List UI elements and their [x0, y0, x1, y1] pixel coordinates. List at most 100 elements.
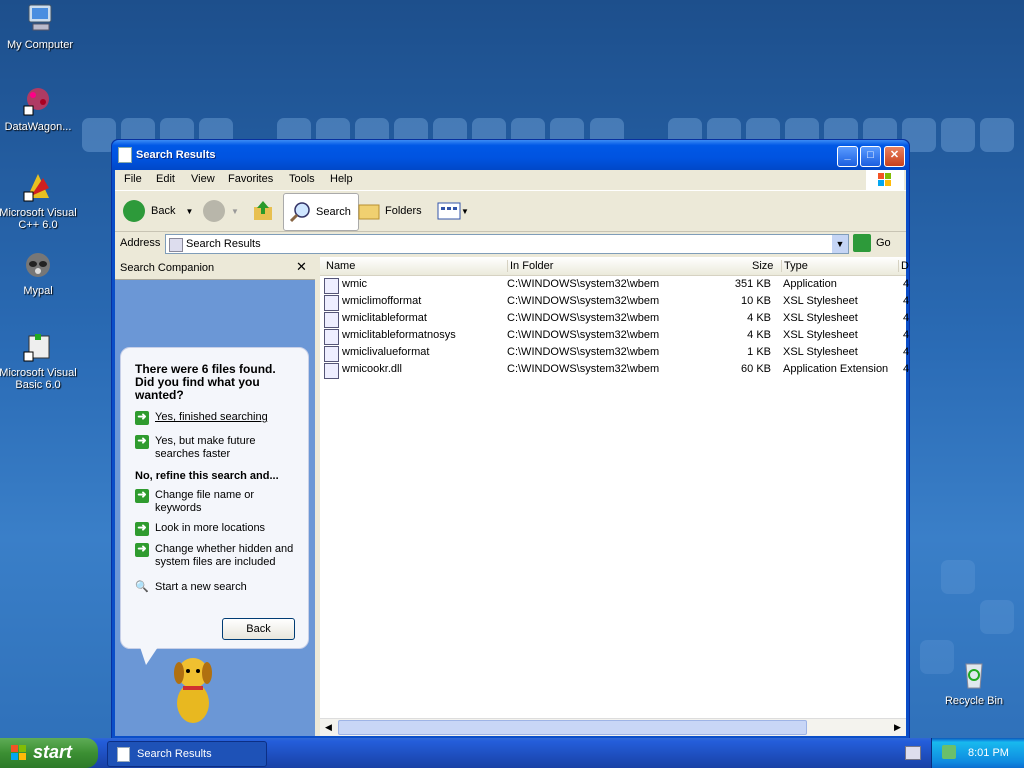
option-finished[interactable]: ➜ Yes, finished searching: [135, 411, 268, 425]
visual-basic-icon: [21, 330, 55, 364]
menu-bar: File Edit View Favorites Tools Help: [115, 170, 906, 191]
col-type[interactable]: Type: [781, 260, 808, 272]
views-button[interactable]: ▼: [437, 195, 469, 227]
go-button[interactable]: Go: [853, 234, 891, 252]
window-icon: [118, 147, 132, 163]
desktop-icon-label: Recycle Bin: [944, 695, 1004, 707]
search-icon: 🔍: [135, 581, 149, 593]
window-titlebar[interactable]: Search Results _ □ ✕: [112, 140, 909, 170]
refine-heading: No, refine this search and...: [135, 470, 279, 482]
views-icon: [437, 202, 461, 220]
table-row[interactable]: wmiclitableformatnosys C:\WINDOWS\system3…: [320, 327, 910, 345]
cell-folder: C:\WINDOWS\system32\wbem: [507, 278, 660, 290]
forward-button[interactable]: ▼: [203, 195, 239, 227]
visual-cpp-icon: [21, 170, 55, 204]
cell-type: XSL Stylesheet: [783, 312, 858, 324]
file-icon: [324, 295, 339, 311]
col-name[interactable]: Name: [326, 260, 355, 272]
menu-favorites[interactable]: Favorites: [228, 173, 273, 185]
address-input[interactable]: Search Results ▼: [165, 234, 849, 254]
network-icon[interactable]: [942, 745, 956, 759]
panel-title: Search Companion: [120, 262, 215, 274]
cell-type: Application: [783, 278, 837, 290]
file-icon: [324, 312, 339, 328]
cell-size: 60 KB: [741, 363, 771, 375]
keyboard-icon[interactable]: [905, 746, 921, 760]
desktop-icon-my-computer[interactable]: My Computer: [0, 2, 80, 51]
menu-view[interactable]: View: [191, 173, 215, 185]
forward-dropdown-icon: ▼: [231, 206, 239, 216]
recycle-bin-icon: [957, 658, 991, 692]
back-button[interactable]: Back ▼: [123, 195, 193, 227]
horizontal-scrollbar[interactable]: ◀ ▶: [320, 718, 906, 736]
toolbar: Back ▼ ▼ Search Folders ▼: [115, 191, 906, 232]
cell-folder: C:\WINDOWS\system32\wbem: [507, 363, 660, 375]
table-row[interactable]: wmiclivalueformat C:\WINDOWS\system32\wbe…: [320, 344, 909, 362]
windows-flag-icon: [11, 745, 26, 760]
scroll-left-icon[interactable]: ◀: [321, 720, 336, 734]
table-row[interactable]: wmiclimofformat C:\WINDOWS\system32\wbem 1…: [320, 293, 909, 311]
desktop-icon-recycle-bin[interactable]: Recycle Bin: [934, 658, 1014, 707]
option-change-name[interactable]: ➜ Change file name or keywords: [135, 489, 275, 515]
cell-date: 4: [903, 329, 910, 341]
file-icon: [324, 346, 339, 362]
cell-size: 351 KB: [734, 278, 771, 290]
menu-tools[interactable]: Tools: [289, 173, 315, 185]
close-button[interactable]: ✕: [884, 146, 905, 167]
search-companion-panel: Search Companion ✕ There were 6 files fo…: [115, 257, 315, 736]
folders-button[interactable]: Folders: [357, 195, 422, 227]
minimize-button[interactable]: _: [837, 146, 858, 167]
table-row[interactable]: wmicookr.dll C:\WINDOWS\system32\wbem 60 K…: [320, 361, 909, 379]
menu-edit[interactable]: Edit: [156, 173, 175, 185]
desktop-icon-visual-basic[interactable]: Microsoft Visual Basic 6.0: [0, 330, 78, 391]
desktop-icon-label: DataWagon...: [4, 121, 72, 133]
cell-size: 4 KB: [747, 312, 771, 324]
col-folder[interactable]: In Folder: [507, 260, 553, 272]
forward-arrow-icon: [203, 200, 225, 222]
views-dropdown-icon: ▼: [461, 206, 469, 216]
clock[interactable]: 8:01 PM: [968, 747, 1009, 759]
file-icon: [324, 329, 339, 345]
scroll-right-icon[interactable]: ▶: [890, 720, 905, 734]
desktop-icon-mypal[interactable]: Mypal: [0, 248, 78, 297]
table-row[interactable]: wmic C:\WINDOWS\system32\wbem 351 KB Applic…: [320, 276, 909, 294]
col-size[interactable]: Size: [752, 260, 773, 272]
cell-size: 10 KB: [741, 295, 771, 307]
table-row[interactable]: wmiclitableformat C:\WINDOWS\system32\wbe…: [320, 310, 909, 328]
search-icon: [289, 202, 310, 223]
option-new-search[interactable]: 🔍 Start a new search: [135, 581, 247, 594]
file-icon: [324, 278, 339, 294]
col-date[interactable]: D: [898, 260, 909, 272]
panel-close-icon[interactable]: ✕: [296, 259, 307, 275]
back-dropdown-icon[interactable]: ▼: [185, 207, 193, 216]
menu-help[interactable]: Help: [330, 173, 353, 185]
cell-name: wmicookr.dll: [342, 363, 402, 375]
address-dropdown-icon[interactable]: ▼: [832, 235, 848, 253]
up-folder-button[interactable]: [251, 195, 275, 227]
found-message: There were 6 files found. Did you find w…: [135, 362, 276, 402]
up-folder-icon: [254, 201, 272, 220]
desktop-icon-visual-cpp[interactable]: Microsoft Visual C++ 6.0: [0, 170, 78, 231]
search-button[interactable]: Search: [283, 193, 359, 231]
maximize-button[interactable]: □: [860, 146, 881, 167]
desktop-icon-datawagon[interactable]: DataWagon...: [0, 84, 78, 133]
column-headers: Name In Folder Size Type D: [320, 257, 909, 276]
menu-file[interactable]: File: [124, 173, 142, 185]
taskbar-item-search-results[interactable]: Search Results: [107, 741, 267, 767]
search-results-icon: [169, 238, 183, 252]
option-hidden-files[interactable]: ➜ Change whether hidden and system files …: [135, 543, 295, 569]
option-faster[interactable]: ➜ Yes, but make future searches faster: [135, 435, 285, 461]
cell-type: Application Extension: [783, 363, 889, 375]
arrow-icon: ➜: [135, 411, 149, 425]
companion-back-button[interactable]: Back: [222, 618, 295, 640]
cell-name: wmiclimofformat: [342, 295, 422, 307]
option-more-locations[interactable]: ➜ Look in more locations: [135, 522, 265, 536]
start-button[interactable]: start: [0, 738, 98, 768]
cell-folder: C:\WINDOWS\system32\wbem: [507, 346, 660, 358]
cell-name: wmiclitableformatnosys: [342, 329, 456, 341]
search-dog-icon[interactable]: [163, 653, 223, 725]
cell-folder: C:\WINDOWS\system32\wbem: [507, 329, 660, 341]
desktop-icon-label: Microsoft Visual C++ 6.0: [0, 207, 77, 231]
system-tray: 8:01 PM: [931, 738, 1024, 768]
scroll-thumb[interactable]: [338, 720, 807, 735]
